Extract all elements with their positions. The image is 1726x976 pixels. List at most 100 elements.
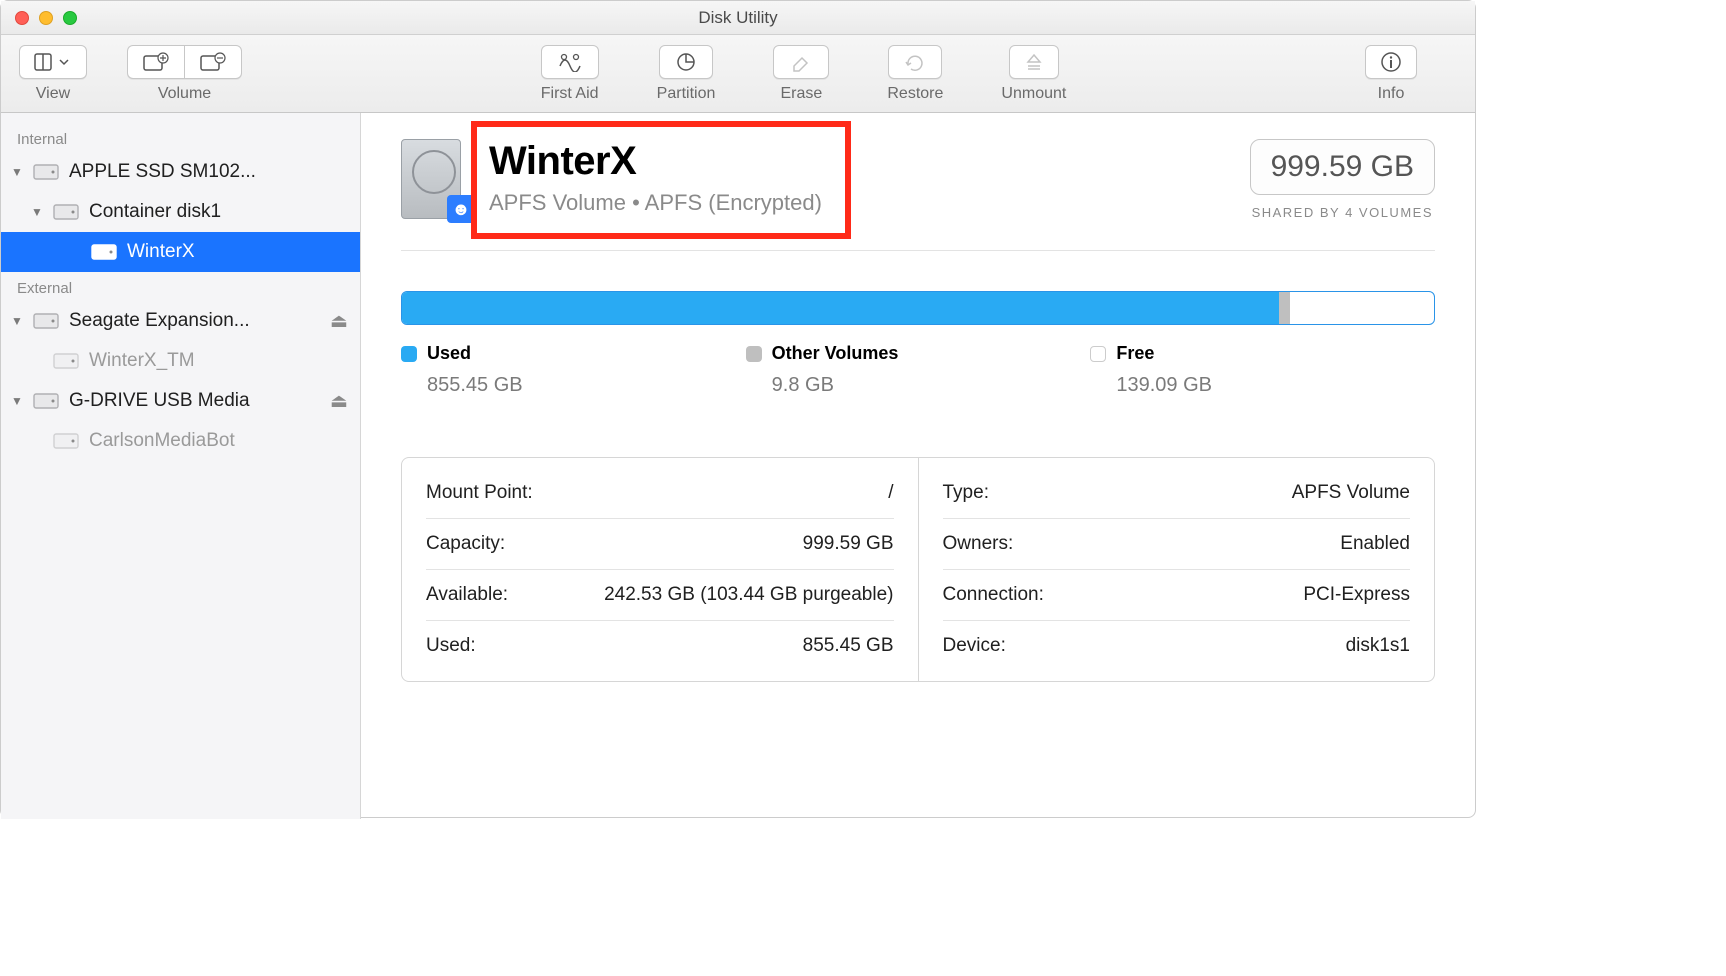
disclosure-icon[interactable]: ▼ <box>29 205 45 219</box>
disk-icon <box>33 161 61 183</box>
disclosure-icon[interactable]: ▼ <box>9 314 25 328</box>
restore-label: Restore <box>887 85 943 103</box>
detail-key: Type: <box>943 482 989 504</box>
minimize-button[interactable] <box>39 11 53 25</box>
sidebar-item[interactable]: ▼ G-DRIVE USB Media ⏏ <box>1 381 360 421</box>
volume-name: WinterX <box>489 139 822 184</box>
info-label: Info <box>1378 85 1405 103</box>
legend-value: 855.45 GB <box>401 374 746 397</box>
legend-value: 9.8 GB <box>746 374 1091 397</box>
detail-value: disk1s1 <box>1346 635 1410 657</box>
erase-label: Erase <box>780 85 822 103</box>
detail-row: Capacity: 999.59 GB <box>426 519 894 570</box>
toolbar: View Volume First Aid Partition Erase Re… <box>1 35 1475 113</box>
detail-row: Device: disk1s1 <box>943 621 1411 671</box>
legend-label: Used <box>427 343 471 364</box>
legend-item: Other Volumes 9.8 GB <box>746 343 1091 397</box>
restore-button[interactable] <box>888 45 942 79</box>
partition-button[interactable] <box>659 45 713 79</box>
sidebar-item[interactable]: ▼ Container disk1 <box>1 192 360 232</box>
detail-key: Device: <box>943 635 1006 657</box>
legend-label: Other Volumes <box>772 343 899 364</box>
sidebar-item-label: APPLE SSD SM102... <box>69 161 256 183</box>
volume-remove-button[interactable] <box>184 45 242 79</box>
detail-row: Mount Point: / <box>426 468 894 519</box>
sidebar-item[interactable]: WinterX <box>1 232 360 272</box>
detail-value: PCI-Express <box>1303 584 1410 606</box>
disk-icon <box>53 201 81 223</box>
usage-used-segment <box>402 292 1279 324</box>
detail-row: Connection: PCI-Express <box>943 570 1411 621</box>
legend-label: Free <box>1116 343 1154 364</box>
detail-row: Type: APFS Volume <box>943 468 1411 519</box>
usage-other-segment <box>1279 292 1289 324</box>
maximize-button[interactable] <box>63 11 77 25</box>
disclosure-icon[interactable]: ▼ <box>9 165 25 179</box>
volume-add-button[interactable] <box>127 45 184 79</box>
content-pane: WinterX APFS Volume • APFS (Encrypted) 9… <box>361 113 1475 819</box>
legend-item: Used 855.45 GB <box>401 343 746 397</box>
view-button[interactable] <box>19 45 87 79</box>
first-aid-button[interactable] <box>541 45 599 79</box>
finder-badge-icon <box>447 195 475 223</box>
detail-value: / <box>888 482 893 504</box>
volume-subtitle: APFS Volume • APFS (Encrypted) <box>489 190 822 216</box>
sidebar-item-label: CarlsonMediaBot <box>89 430 235 452</box>
partition-label: Partition <box>657 85 716 103</box>
detail-value: Enabled <box>1340 533 1410 555</box>
disk-icon <box>53 430 81 452</box>
detail-value: 855.45 GB <box>803 635 894 657</box>
view-label: View <box>36 85 70 103</box>
details-table: Mount Point: / Capacity: 999.59 GB Available… <box>401 457 1435 682</box>
legend-value: 139.09 GB <box>1090 374 1435 397</box>
sidebar-item[interactable]: WinterX_TM <box>1 341 360 381</box>
disclosure-icon[interactable]: ▼ <box>9 394 25 408</box>
detail-key: Owners: <box>943 533 1014 555</box>
erase-button[interactable] <box>773 45 829 79</box>
sidebar-item-label: Seagate Expansion... <box>69 310 250 332</box>
sidebar-item-label: Container disk1 <box>89 201 221 223</box>
disk-icon <box>91 241 119 263</box>
detail-row: Owners: Enabled <box>943 519 1411 570</box>
shared-label: SHARED BY 4 VOLUMES <box>1250 205 1435 220</box>
usage-legend: Used 855.45 GB Other Volumes 9.8 GB Free 139.… <box>401 343 1435 397</box>
divider <box>401 250 1435 251</box>
volume-icon <box>401 139 469 219</box>
legend-dot <box>746 346 762 362</box>
legend-item: Free 139.09 GB <box>1090 343 1435 397</box>
close-button[interactable] <box>15 11 29 25</box>
sidebar-item[interactable]: CarlsonMediaBot <box>1 421 360 461</box>
unmount-label: Unmount <box>1001 85 1066 103</box>
detail-key: Capacity: <box>426 533 505 555</box>
eject-icon[interactable]: ⏏ <box>330 310 348 333</box>
detail-key: Mount Point: <box>426 482 533 504</box>
sidebar-item-label: WinterX_TM <box>89 350 195 372</box>
sidebar-item[interactable]: ▼ APPLE SSD SM102... <box>1 152 360 192</box>
detail-value: APFS Volume <box>1292 482 1410 504</box>
disk-icon <box>33 310 61 332</box>
titlebar: Disk Utility <box>1 1 1475 35</box>
sidebar: Internal ▼ APPLE SSD SM102... ▼ Container di… <box>1 113 361 819</box>
info-button[interactable] <box>1365 45 1417 79</box>
unmount-button[interactable] <box>1009 45 1059 79</box>
legend-dot <box>1090 346 1106 362</box>
volume-label: Volume <box>158 85 211 103</box>
detail-row: Used: 855.45 GB <box>426 621 894 671</box>
detail-key: Connection: <box>943 584 1044 606</box>
eject-icon[interactable]: ⏏ <box>330 390 348 413</box>
detail-value: 242.53 GB (103.44 GB purgeable) <box>604 584 893 606</box>
window-title: Disk Utility <box>698 8 777 28</box>
sidebar-section-header: Internal <box>1 123 360 152</box>
sidebar-item-label: G-DRIVE USB Media <box>69 390 250 412</box>
disk-icon <box>53 350 81 372</box>
legend-dot <box>401 346 417 362</box>
detail-value: 999.59 GB <box>803 533 894 555</box>
detail-key: Available: <box>426 584 508 606</box>
sidebar-item[interactable]: ▼ Seagate Expansion... ⏏ <box>1 301 360 341</box>
detail-row: Available: 242.53 GB (103.44 GB purgeable… <box>426 570 894 621</box>
first-aid-label: First Aid <box>541 85 599 103</box>
detail-key: Used: <box>426 635 476 657</box>
capacity-box: 999.59 GB <box>1250 139 1435 195</box>
usage-bar <box>401 291 1435 325</box>
sidebar-item-label: WinterX <box>127 241 195 263</box>
